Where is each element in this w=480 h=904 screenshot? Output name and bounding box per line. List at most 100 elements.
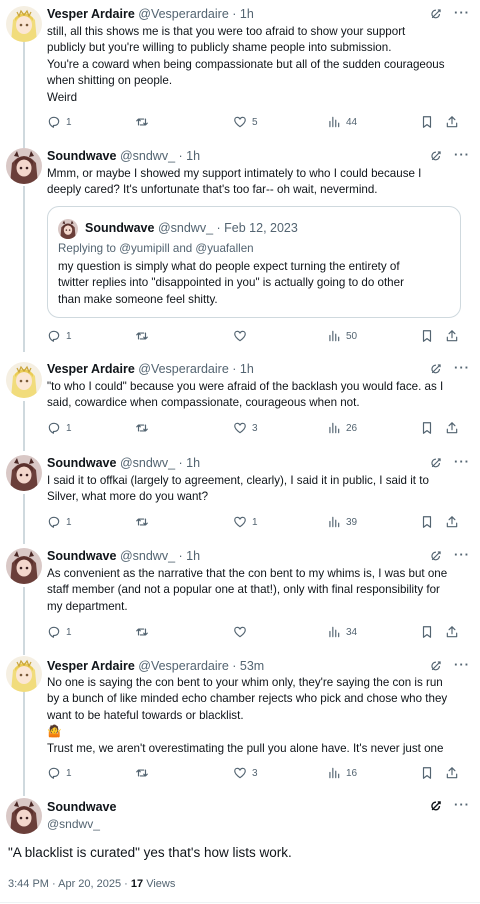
handle[interactable]: @sndwv_ [120, 456, 175, 470]
handle[interactable]: @Vesperardaire [138, 659, 229, 673]
share-button[interactable] [445, 328, 459, 344]
reply-button[interactable]: 1 [47, 624, 72, 640]
retweet-button[interactable] [135, 624, 154, 640]
bookmark-button[interactable] [420, 514, 434, 530]
timestamp[interactable]: · 1h [232, 362, 254, 376]
retweet-icon [135, 329, 149, 343]
views-button[interactable]: 26 [327, 420, 357, 436]
heart-icon [233, 515, 247, 529]
more-icon[interactable]: ··· [454, 547, 470, 562]
like-button[interactable]: 5 [233, 114, 258, 130]
display-name[interactable]: Soundwave [47, 456, 116, 470]
display-name[interactable]: Vesper Ardaire [47, 659, 135, 673]
more-icon[interactable]: ··· [454, 360, 470, 375]
views-label: Views [143, 878, 176, 890]
avatar[interactable] [6, 455, 42, 491]
retweet-button[interactable] [135, 514, 154, 530]
tweet-text-line: when shitting on people. [47, 74, 173, 88]
views-button[interactable]: 34 [327, 624, 357, 640]
share-button[interactable] [445, 420, 459, 436]
timestamp[interactable]: · 1h [232, 7, 254, 21]
like-button[interactable]: 3 [233, 420, 258, 436]
more-icon[interactable]: ··· [454, 797, 470, 812]
timestamp[interactable]: · 1h [179, 149, 201, 163]
reply-button[interactable]: 1 [47, 514, 72, 530]
retweet-button[interactable] [135, 328, 154, 344]
handle[interactable]: @Vesperardaire [138, 7, 229, 21]
display-name[interactable]: Soundwave [47, 149, 116, 163]
reply-button[interactable]: 1 [47, 114, 72, 130]
retweet-icon [135, 625, 149, 639]
bookmark-button[interactable] [420, 420, 434, 436]
share-button[interactable] [445, 624, 459, 640]
display-name[interactable]: Vesper Ardaire [47, 362, 135, 376]
display-name[interactable]: Vesper Ardaire [47, 7, 135, 21]
display-name[interactable]: Soundwave [47, 800, 116, 814]
more-icon[interactable]: ··· [454, 454, 470, 469]
view-count: 16 [346, 767, 358, 779]
reply-button[interactable]: 1 [47, 420, 72, 436]
grok-icon[interactable] [429, 149, 443, 163]
retweet-button[interactable] [135, 420, 154, 436]
post-timestamp[interactable]: 3:44 PM · Apr 20, 2025 · [8, 878, 131, 890]
handle[interactable]: @Vesperardaire [138, 362, 229, 376]
timestamp[interactable]: · 1h [179, 456, 201, 470]
avatar[interactable] [6, 6, 42, 42]
retweet-button[interactable] [135, 765, 154, 781]
share-button[interactable] [445, 114, 459, 130]
views-button[interactable]: 44 [327, 114, 357, 130]
views-button[interactable]: 50 [327, 328, 357, 344]
share-button[interactable] [445, 765, 459, 781]
bookmark-button[interactable] [420, 328, 434, 344]
views-button[interactable]: 39 [327, 514, 357, 530]
reply-icon [47, 766, 61, 780]
avatar[interactable] [6, 362, 42, 398]
bookmark-button[interactable] [420, 624, 434, 640]
grok-icon[interactable] [429, 549, 443, 563]
tweet-header: Soundwave [47, 800, 116, 814]
more-icon[interactable]: ··· [454, 657, 470, 672]
retweet-button[interactable] [135, 114, 154, 130]
views-count: 17 [130, 878, 144, 890]
bookmark-icon [420, 515, 434, 529]
reply-count: 1 [66, 767, 72, 779]
handle[interactable]: @sndwv_ [47, 817, 100, 831]
avatar[interactable] [6, 798, 42, 834]
tweet-text-line: No one is saying the con bent to your wh… [47, 676, 443, 689]
like-button[interactable] [233, 328, 252, 344]
timestamp[interactable]: · 1h [179, 549, 201, 563]
more-icon[interactable]: ··· [454, 5, 470, 20]
tweet-text-line: by a bunch of like minded echo chamber r… [47, 692, 448, 706]
more-icon[interactable]: ··· [454, 147, 470, 162]
grok-icon[interactable] [429, 456, 443, 470]
divider [0, 902, 480, 903]
bookmark-button[interactable] [420, 114, 434, 130]
grok-icon[interactable] [429, 362, 443, 376]
grok-icon[interactable] [429, 7, 443, 21]
avatar[interactable] [6, 148, 42, 184]
bookmark-button[interactable] [420, 765, 434, 781]
share-icon [445, 421, 459, 435]
avatar[interactable] [6, 548, 42, 584]
share-button[interactable] [445, 514, 459, 530]
grok-icon[interactable] [429, 659, 443, 673]
share-icon [445, 115, 459, 129]
timestamp[interactable]: · 53m [232, 659, 264, 673]
like-button[interactable]: 1 [233, 514, 258, 530]
tweet-text-line: want to be hateful towards or blacklist. [47, 708, 244, 722]
tweet-text-line: deeply cared? It's unfortunate that's to… [47, 183, 378, 197]
views-button[interactable]: 16 [327, 765, 357, 781]
handle[interactable]: @sndwv_ [120, 549, 175, 563]
avatar[interactable] [6, 656, 42, 692]
display-name[interactable]: Soundwave [47, 549, 116, 563]
reply-button[interactable]: 1 [47, 765, 72, 781]
like-button[interactable] [233, 624, 252, 640]
tweet-text-line: I said it to offkai (largely to agreemen… [47, 474, 429, 487]
grok-icon[interactable] [429, 799, 443, 813]
handle[interactable]: @sndwv_ [120, 149, 175, 163]
tweet-text: Mmm, or maybe I showed my support intima… [47, 166, 463, 199]
like-button[interactable]: 3 [233, 765, 258, 781]
tweet-text: No one is saying the con bent to your wh… [47, 675, 463, 757]
reply-button[interactable]: 1 [47, 328, 72, 344]
quoted-tweet[interactable]: Soundwave @sndwv_ · Feb 12, 2023 Replyin… [47, 206, 461, 318]
